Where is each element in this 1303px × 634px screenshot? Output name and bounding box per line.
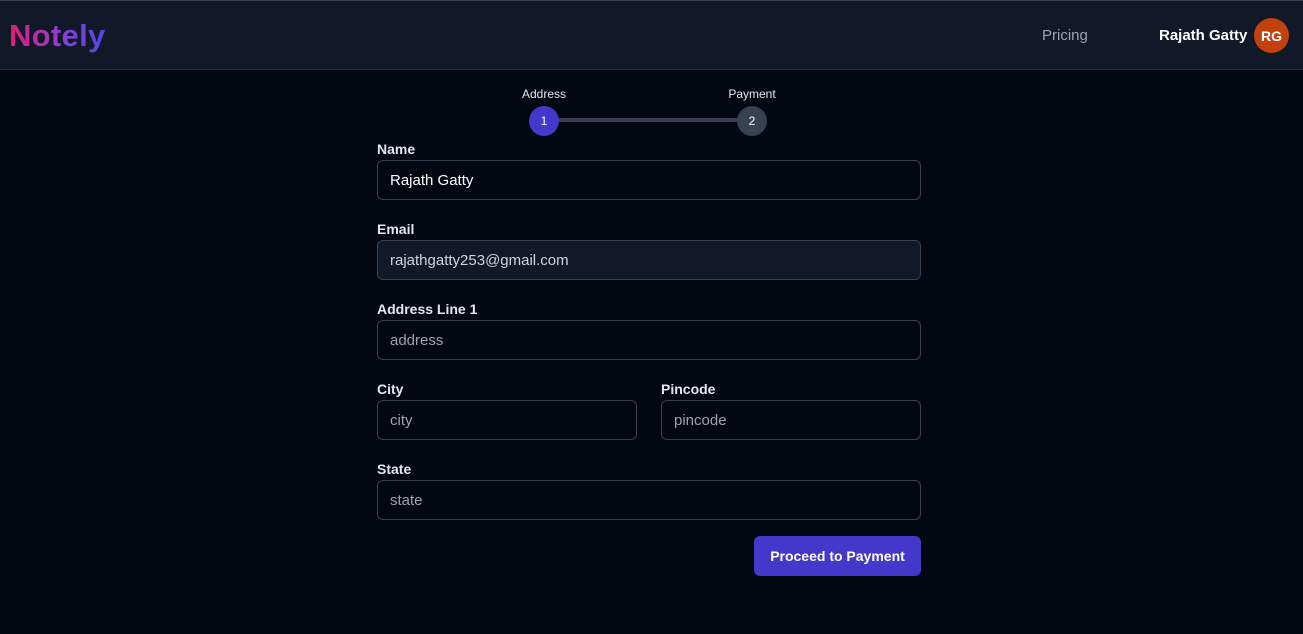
state-field[interactable] [377,480,921,520]
city-field[interactable] [377,400,637,440]
pincode-label: Pincode [661,381,716,397]
step-label-address: Address [521,87,567,101]
step-label-payment: Payment [728,87,776,101]
address-line1-label: Address Line 1 [377,301,478,317]
proceed-to-payment-button[interactable]: Proceed to Payment [754,536,921,576]
nav-link-pricing[interactable]: Pricing [1042,27,1088,44]
email-field [377,240,921,280]
state-label: State [377,461,412,477]
step-circle-payment: 2 [737,106,767,136]
step-circle-address: 1 [529,106,559,136]
name-field[interactable] [377,160,921,200]
submit-row: Proceed to Payment [377,536,921,576]
email-label: Email [377,221,415,237]
user-name: Rajath Gatty [1159,27,1248,44]
app-logo[interactable]: Notely [9,18,106,54]
address-line1-field[interactable] [377,320,921,360]
name-label: Name [377,141,416,157]
city-label: City [377,381,404,397]
step-connector [544,118,752,122]
pincode-field[interactable] [661,400,921,440]
navbar: Notely Pricing Rajath Gatty RG [0,0,1303,70]
avatar[interactable]: RG [1254,18,1289,53]
checkout-stepper: Address Payment 1 2 [0,70,1303,140]
